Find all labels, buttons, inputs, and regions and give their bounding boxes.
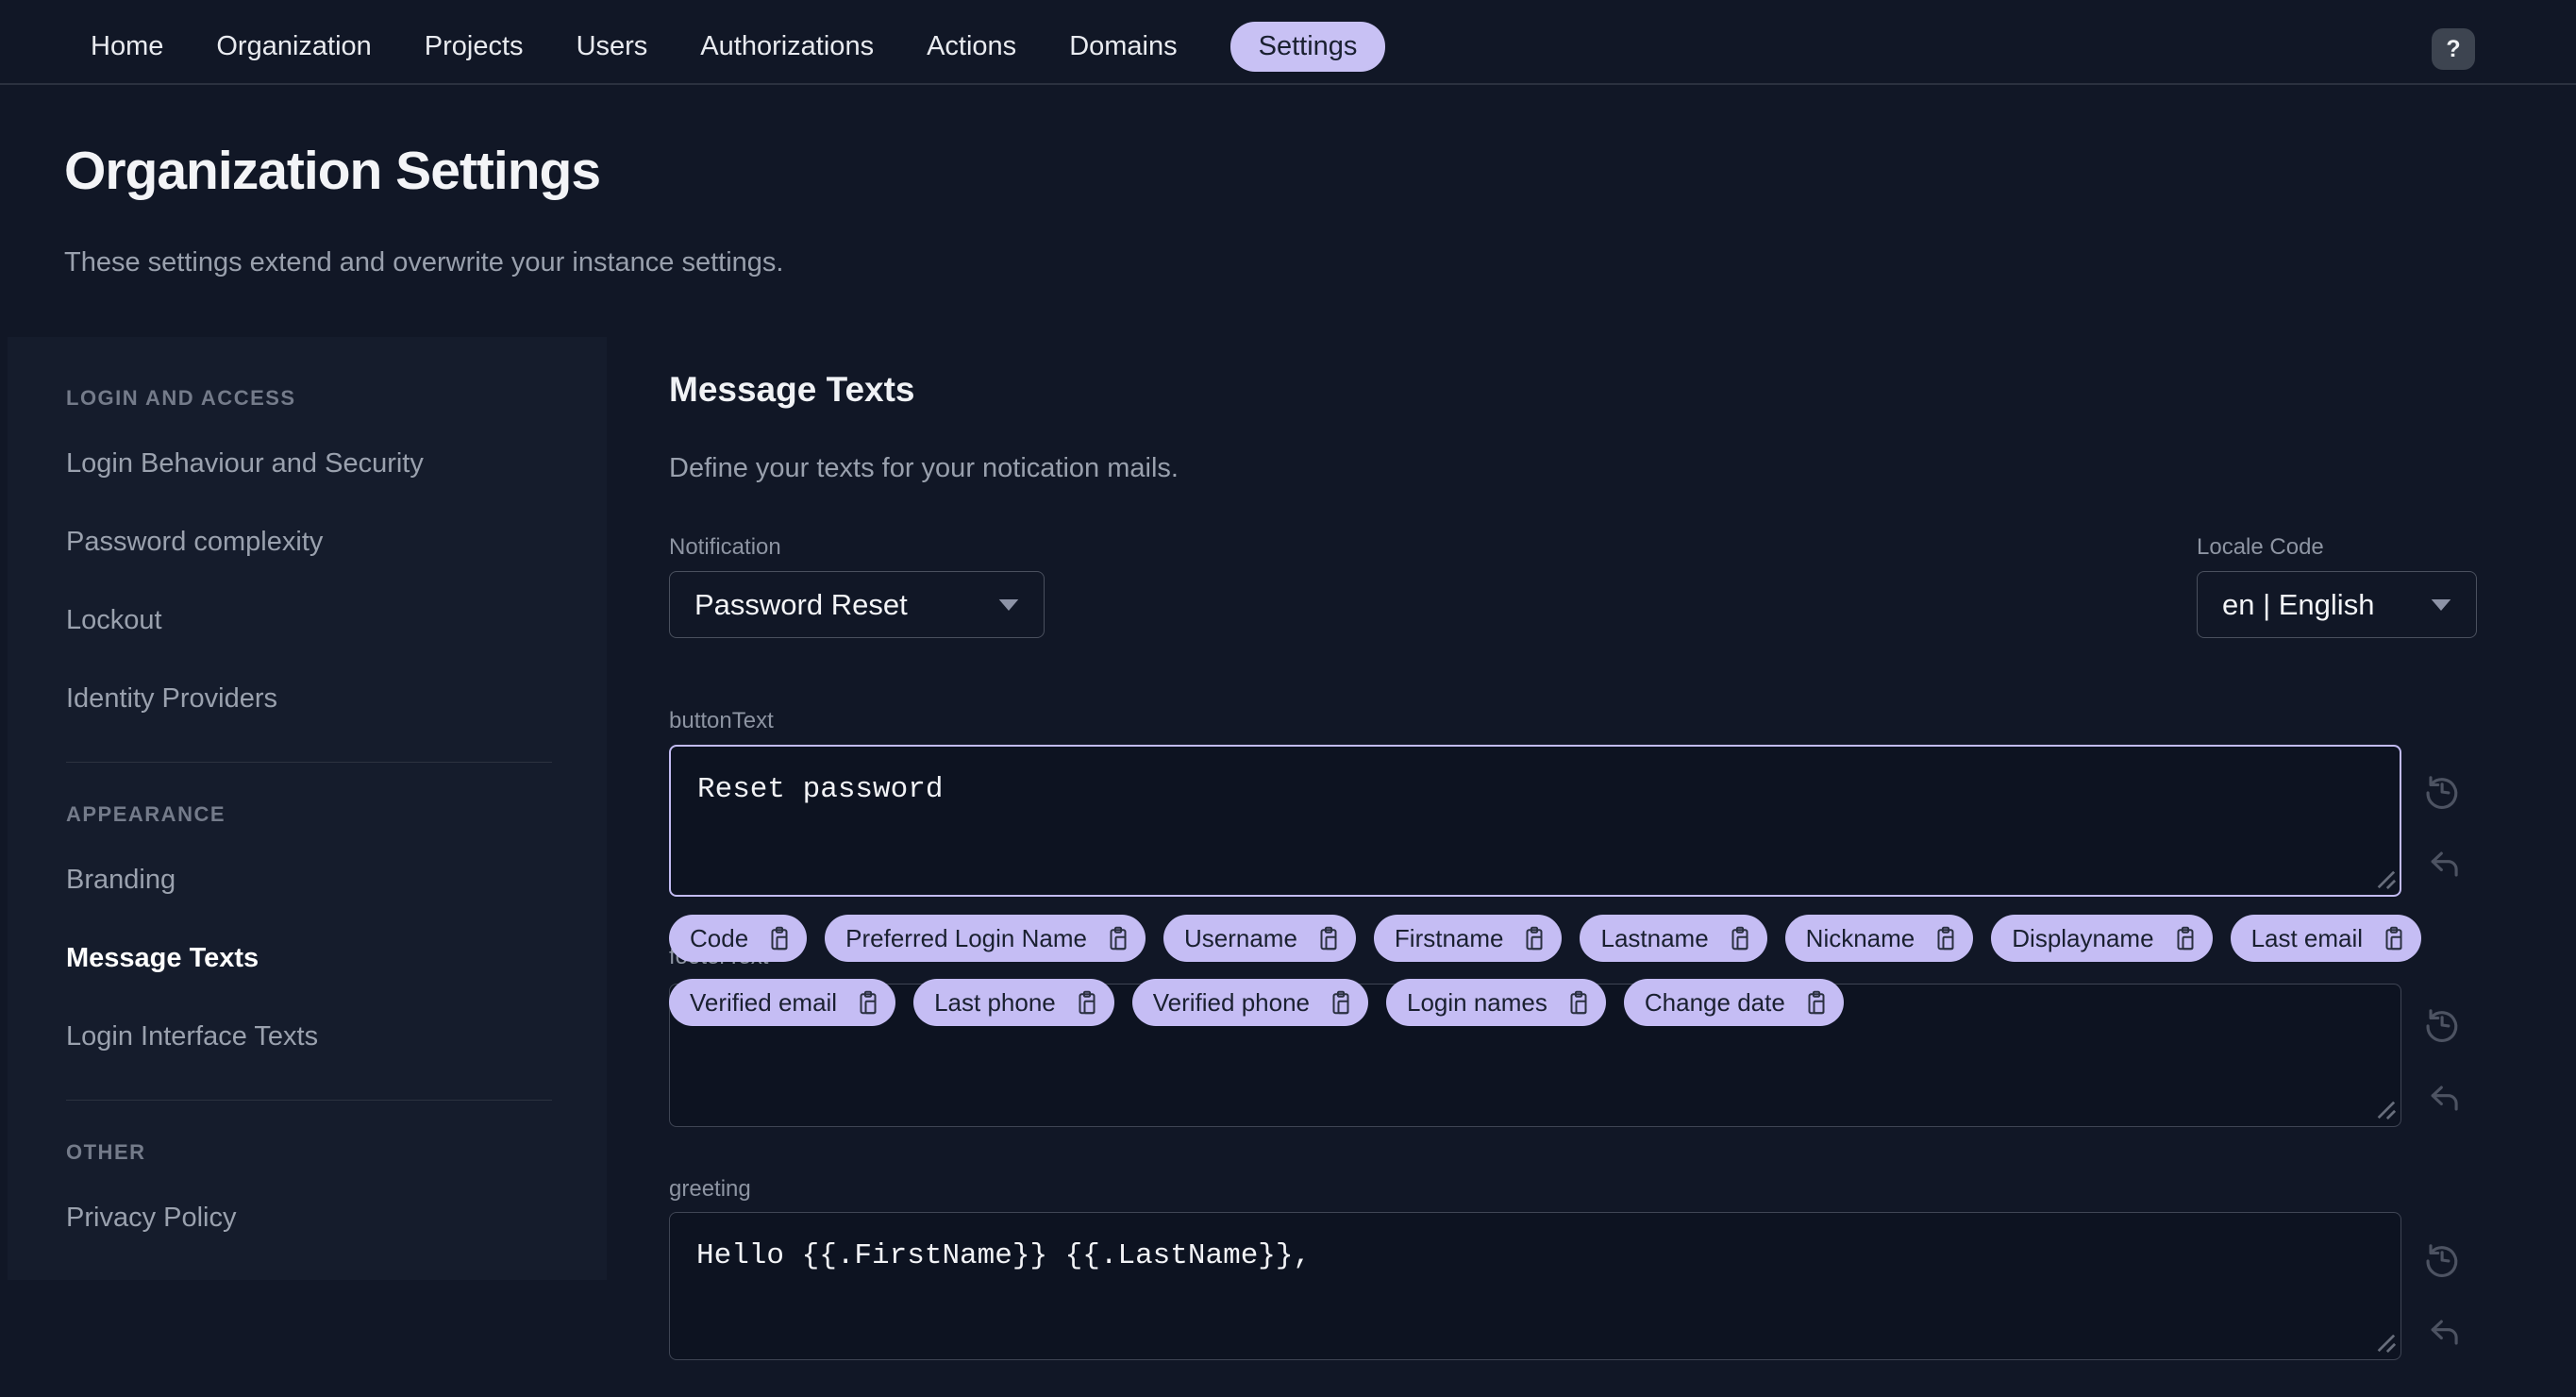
chip-firstname[interactable]: Firstname [1373,915,1563,962]
nav-item-projects[interactable]: Projects [425,31,524,62]
chip-label: Displayname [2012,923,2154,952]
chip-verified-phone[interactable]: Verified phone [1131,979,1368,1026]
chip-label: Firstname [1394,923,1504,952]
chip-label: Last phone [934,987,1056,1017]
sidebar-divider [66,762,552,763]
chip-label: Login names [1407,987,1547,1017]
sidebar-section-login-access: LOGIN AND ACCESS [66,386,296,410]
chip-row-1: Code Preferred Login Name Username First… [669,915,2424,962]
chip-displayname[interactable]: Displayname [1991,915,2213,962]
sidebar-section-other: OTHER [66,1140,146,1164]
sidebar-item-message-texts[interactable]: Message Texts [66,943,550,974]
chevron-down-icon [2431,598,2451,611]
chip-last-email[interactable]: Last email [2230,915,2422,962]
chip-label: Username [1183,923,1297,952]
clipboard-icon [771,926,788,951]
sidebar-divider [66,1100,552,1101]
locale-code-label: Locale Code [2197,534,2324,560]
sidebar-item-lockout[interactable]: Lockout [66,605,550,636]
notification-select[interactable]: Password Reset [669,571,1045,638]
page-title: Organization Settings [64,141,601,201]
clipboard-icon [860,990,877,1015]
chip-preferred-login-name[interactable]: Preferred Login Name [825,915,1146,962]
sidebar-item-privacy-policy[interactable]: Privacy Policy [66,1203,550,1234]
greeting-textarea[interactable]: Hello {{.FirstName}} {{.LastName}}, [669,1212,2401,1360]
clipboard-icon [1937,926,1954,951]
chip-label: Verified phone [1152,987,1310,1017]
clipboard-icon [1110,926,1127,951]
section-heading: Message Texts [669,370,915,409]
chip-change-date[interactable]: Change date [1623,979,1844,1026]
button-text-label: buttonText [669,708,774,733]
resize-handle[interactable] [2375,868,2396,889]
clipboard-icon [2177,926,2194,951]
history-icon[interactable] [2420,769,2462,811]
chip-code[interactable]: Code [669,915,808,962]
locale-code-select[interactable]: en | English [2197,571,2477,638]
clipboard-icon [1808,990,1825,1015]
chip-row-2: Verified email Last phone Verified phone… [669,979,2424,1026]
button-text-field: Reset password [669,745,2401,897]
chip-last-phone[interactable]: Last phone [913,979,1114,1026]
sidebar-item-identity-providers[interactable]: Identity Providers [66,683,550,715]
clipboard-icon [1320,926,1337,951]
chip-login-names[interactable]: Login names [1386,979,1606,1026]
clipboard-icon [1526,926,1543,951]
undo-icon[interactable] [2424,1312,2466,1354]
sidebar-item-login-behaviour[interactable]: Login Behaviour and Security [66,448,550,480]
chip-label: Preferred Login Name [845,923,1087,952]
greeting-label: greeting [669,1176,751,1202]
history-icon[interactable] [2420,1237,2462,1279]
chip-label: Lastname [1600,923,1709,952]
clipboard-icon [1079,990,1096,1015]
chip-label: Code [690,923,749,952]
nav-item-organization[interactable]: Organization [216,31,371,62]
button-text-textarea[interactable]: Reset password [669,745,2401,897]
locale-code-select-value: en | English [2222,587,2375,621]
chip-lastname[interactable]: Lastname [1580,915,1767,962]
undo-icon[interactable] [2424,1078,2466,1119]
placeholder-chips: Code Preferred Login Name Username First… [669,915,2424,1026]
clipboard-icon [1332,990,1349,1015]
chip-label: Last email [2250,923,2364,952]
chevron-down-icon [998,598,1019,611]
message-texts-panel: Message Texts Define your texts for your… [669,0,2477,1397]
clipboard-icon [1731,926,1748,951]
undo-icon[interactable] [2424,844,2466,885]
history-icon[interactable] [2420,1002,2462,1044]
chip-label: Verified email [690,987,838,1017]
settings-sidebar: LOGIN AND ACCESS Login Behaviour and Sec… [8,337,607,1280]
section-description: Define your texts for your notication ma… [669,453,1179,483]
resize-handle[interactable] [2375,1332,2396,1353]
nav-item-home[interactable]: Home [91,31,163,62]
chip-label: Change date [1644,987,1785,1017]
chip-nickname[interactable]: Nickname [1784,915,1974,962]
nav-item-users[interactable]: Users [577,31,648,62]
sidebar-item-branding[interactable]: Branding [66,865,550,896]
sidebar-item-login-interface-texts[interactable]: Login Interface Texts [66,1021,550,1052]
clipboard-icon [2385,926,2402,951]
notification-label: Notification [669,534,781,560]
greeting-field: Hello {{.FirstName}} {{.LastName}}, [669,1212,2401,1360]
chip-label: Nickname [1805,923,1915,952]
clipboard-icon [1570,990,1587,1015]
chip-username[interactable]: Username [1163,915,1356,962]
resize-handle[interactable] [2375,1099,2396,1119]
chip-verified-email[interactable]: Verified email [669,979,896,1026]
sidebar-section-appearance: APPEARANCE [66,802,226,826]
sidebar-item-password-complexity[interactable]: Password complexity [66,527,550,558]
notification-select-value: Password Reset [694,587,908,621]
